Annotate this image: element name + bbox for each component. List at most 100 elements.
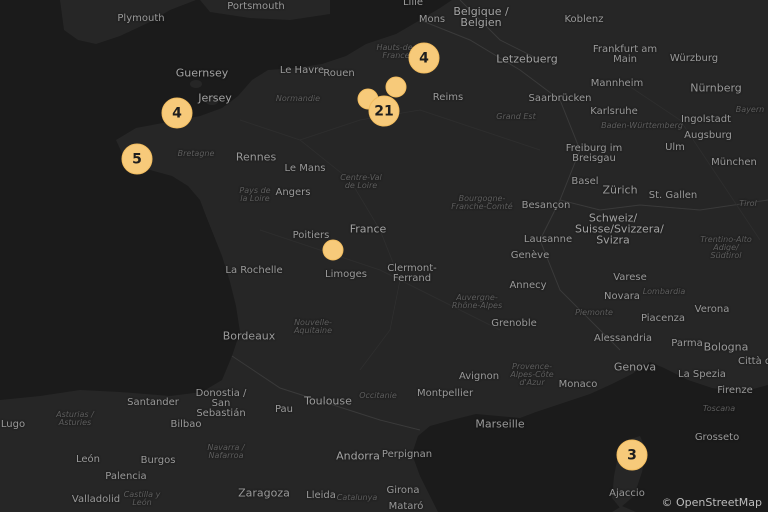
label-freiburg: Freiburg im Breisgau	[565, 143, 623, 164]
label-palencia: Palencia	[105, 471, 147, 482]
label-karlsruhe: Karlsruhe	[590, 106, 638, 117]
label-koblenz: Koblenz	[564, 14, 604, 25]
label-ajaccio: Ajaccio	[609, 488, 645, 499]
label-limoges: Limoges	[325, 269, 367, 280]
label-andorra: Andorra	[336, 449, 380, 463]
label-angers: Angers	[275, 187, 311, 198]
label-piacenza: Piacenza	[640, 313, 686, 324]
label-lugo: Lugo	[0, 419, 26, 430]
label-switzerland: Schweiz/ Suisse/Svizzera/ Svizra	[575, 211, 664, 247]
label-girona: Girona	[386, 485, 420, 496]
label-grosseto: Grosseto	[694, 432, 740, 443]
label-zaragoza: Zaragoza	[238, 486, 290, 500]
label-firenze: Firenze	[717, 385, 753, 396]
label-perpignan: Perpignan	[381, 449, 433, 460]
label-bourgogne: Bourgogne-Franche-Comté	[451, 194, 513, 211]
label-saarbrucken: Saarbrücken	[528, 93, 592, 104]
label-centre-val-de-loire: Centre-Val de Loire	[340, 173, 382, 190]
label-plymouth: Plymouth	[117, 13, 165, 24]
base-map	[0, 0, 768, 512]
label-monaco: Monaco	[558, 379, 598, 390]
label-parma: Parma	[671, 338, 703, 349]
label-lleida: Lleida	[306, 490, 336, 501]
label-navarra: Navarra / Nafarroa	[207, 443, 245, 460]
map-attribution[interactable]: © OpenStreetMap	[661, 496, 762, 509]
label-verona: Verona	[694, 304, 730, 315]
cluster-marker-northeast[interactable]: 4	[408, 42, 440, 74]
label-lille: Lille	[402, 0, 424, 8]
cluster-marker-brittany[interactable]: 5	[121, 143, 153, 175]
label-guernsey: Guernsey	[175, 66, 229, 80]
label-le-mans: Le Mans	[284, 163, 326, 174]
label-basel: Basel	[571, 176, 599, 187]
label-valladolid: Valladolid	[71, 494, 121, 505]
label-pau: Pau	[274, 404, 294, 415]
label-baden-wurttemberg: Baden-Württemberg	[601, 121, 683, 130]
label-belgium: Belgique / Belgien	[453, 5, 509, 29]
label-mataro: Mataró	[388, 501, 424, 512]
label-alessandria: Alessandria	[593, 333, 653, 344]
label-clermont-ferrand: Clermont-Ferrand	[387, 263, 437, 284]
marker-paris-east[interactable]	[385, 76, 407, 98]
label-le-havre: Le Havre	[279, 65, 325, 76]
label-novara: Novara	[604, 291, 640, 302]
label-bretagne: Bretagne	[177, 149, 215, 158]
label-bilbao: Bilbao	[170, 419, 202, 430]
label-varese: Varese	[613, 272, 647, 283]
label-montpellier: Montpellier	[416, 388, 474, 399]
cluster-marker-paris[interactable]: 21	[368, 95, 400, 127]
label-citta-di: Città di	[737, 356, 768, 367]
label-pays-de-la-loire: Pays de la Loire	[239, 186, 271, 203]
label-marseille: Marseille	[475, 417, 525, 431]
label-occitanie: Occitanie	[359, 391, 397, 400]
label-avignon: Avignon	[458, 371, 500, 382]
label-auvergne: Auvergne-Rhône-Alpes	[451, 293, 503, 310]
label-tirol: Tirol	[739, 199, 757, 208]
label-la-rochelle: La Rochelle	[225, 265, 283, 276]
label-ulm: Ulm	[665, 142, 685, 153]
label-france: France	[349, 222, 387, 236]
label-castilla-y-leon: Castilla y León	[123, 490, 161, 507]
label-piemonte: Piemonte	[575, 308, 613, 317]
label-lausanne: Lausanne	[523, 234, 573, 245]
label-nurnberg: Nürnberg	[690, 81, 742, 95]
label-la-spezia: La Spezia	[678, 369, 726, 380]
label-normandie: Normandie	[275, 94, 321, 103]
label-munchen: München	[711, 157, 757, 168]
label-nouvelle-aquitaine: Nouvelle-Aquitaine	[293, 318, 333, 335]
label-genova: Genova	[613, 360, 657, 374]
marker-limoges[interactable]	[322, 239, 344, 261]
label-mons: Mons	[418, 14, 446, 25]
label-bologna: Bologna	[703, 340, 749, 354]
label-portsmouth: Portsmouth	[227, 1, 285, 12]
label-poitiers: Poitiers	[292, 230, 330, 241]
label-st-gallen: St. Gallen	[648, 190, 698, 201]
label-wurzburg: Würzburg	[669, 53, 719, 64]
label-asturias: Asturias / Asturies	[56, 410, 94, 427]
label-trentino: Trentino-Alto Adige/ Südtirol	[700, 235, 752, 260]
label-letzebuerg: Letzebuerg	[496, 52, 558, 66]
label-rennes: Rennes	[235, 150, 277, 164]
label-jersey: Jersey	[198, 91, 232, 105]
label-toscana: Toscana	[702, 404, 736, 413]
label-annecy: Annecy	[509, 280, 547, 291]
label-lombardia: Lombardia	[642, 287, 686, 296]
label-rouen: Rouen	[323, 68, 355, 79]
label-reims: Reims	[432, 92, 464, 103]
label-mannheim: Mannheim	[590, 78, 644, 89]
label-bayern: Bayern	[735, 105, 765, 114]
label-besancon: Besançon	[521, 200, 571, 211]
label-grand-est: Grand Est	[496, 112, 536, 121]
label-zurich: Zürich	[602, 183, 638, 197]
label-toulouse: Toulouse	[304, 394, 352, 408]
label-frankfurt: Frankfurt am Main	[592, 44, 658, 65]
cluster-marker-jersey[interactable]: 4	[161, 97, 193, 129]
map-container[interactable]: Plymouth Portsmouth Lille Mons Belgique …	[0, 0, 768, 512]
label-bordeaux: Bordeaux	[222, 329, 276, 343]
label-leon: León	[75, 454, 101, 465]
cluster-marker-corsica[interactable]: 3	[616, 439, 648, 471]
label-provence: Provence-Alpes-Côte d'Azur	[510, 362, 554, 387]
label-san-sebastian: Donostia / San Sebastián	[195, 388, 247, 419]
label-ingolstadt: Ingolstadt	[680, 114, 732, 125]
label-santander: Santander	[127, 397, 179, 408]
